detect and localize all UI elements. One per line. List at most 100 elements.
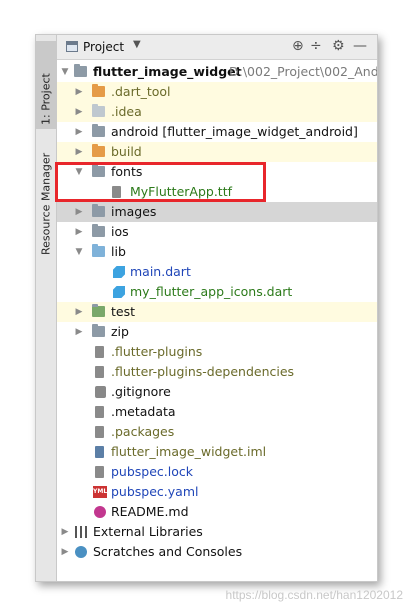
tree-item-label: .packages <box>111 424 175 439</box>
resource-manager-tab-label: Resource Manager <box>39 152 53 255</box>
watermark: https://blog.csdn.net/han1202012 <box>225 588 403 602</box>
minimize-icon[interactable]: — <box>353 38 367 54</box>
expand-arrow-icon[interactable]: ▼ <box>60 62 70 82</box>
tree-row-scratches[interactable]: ▶ Scratches and Consoles <box>57 542 377 562</box>
tree-item-label: build <box>111 144 142 159</box>
tree-row-icons-dart[interactable]: my_flutter_app_icons.dart <box>57 282 377 302</box>
folder-icon <box>92 84 105 97</box>
collapsed-arrow-icon[interactable]: ▶ <box>60 522 70 542</box>
tree-row-android[interactable]: ▶ android [flutter_image_widget_android] <box>57 122 377 142</box>
expand-arrow-icon[interactable]: ▼ <box>74 242 84 262</box>
tree-item-label: Scratches and Consoles <box>93 544 243 559</box>
root-path: D:\002_Project\002_Andro <box>229 64 378 79</box>
ide-window: 1: Project Resource Manager Project ▼ ⊕ … <box>35 34 378 582</box>
module-folder-icon <box>92 124 105 137</box>
library-icon <box>75 526 87 538</box>
tree-item-label: zip <box>111 324 129 339</box>
collapsed-arrow-icon[interactable]: ▶ <box>74 202 84 222</box>
file-icon <box>95 366 104 378</box>
tree-row-font-file[interactable]: MyFlutterApp.ttf <box>57 182 377 202</box>
folder-icon <box>92 224 105 237</box>
tree-row-iml[interactable]: flutter_image_widget.iml <box>57 442 377 462</box>
scratches-icon <box>75 546 87 558</box>
tree-row-root[interactable]: ▼ flutter_image_widget D:\002_Project\00… <box>57 62 377 82</box>
tree-row-lib[interactable]: ▼ lib <box>57 242 377 262</box>
globe-icon[interactable]: ⊕ <box>292 38 304 54</box>
file-icon <box>95 346 104 358</box>
project-toolbar: Project ▼ ⊕ ÷ ⚙ — <box>57 35 377 60</box>
tree-row-ios[interactable]: ▶ ios <box>57 222 377 242</box>
tree-row-gitignore[interactable]: .gitignore <box>57 382 377 402</box>
tree-row-images[interactable]: ▶ images <box>57 202 377 222</box>
font-file-icon <box>112 186 121 198</box>
dart-file-icon <box>113 286 125 298</box>
file-icon <box>95 406 104 418</box>
tree-item-label: images <box>111 204 157 219</box>
project-view-selector[interactable]: Project <box>83 40 124 54</box>
tree-row-metadata[interactable]: .metadata <box>57 402 377 422</box>
tree-item-label: main.dart <box>130 264 191 279</box>
project-panel: Project ▼ ⊕ ÷ ⚙ — ▼ flutter_image_widget… <box>57 35 377 581</box>
tree-row-flutter-plugins-deps[interactable]: .flutter-plugins-dependencies <box>57 362 377 382</box>
tree-row-pubspec-yaml[interactable]: YML pubspec.yaml <box>57 482 377 502</box>
collapse-icon[interactable]: ÷ <box>310 38 322 54</box>
resource-manager-tab[interactable]: Resource Manager <box>36 133 56 257</box>
tree-row-readme[interactable]: README.md <box>57 502 377 522</box>
tree-item-label: pubspec.yaml <box>111 484 199 499</box>
folder-icon <box>92 204 105 217</box>
collapsed-arrow-icon[interactable]: ▶ <box>60 542 70 562</box>
tree-item-label: pubspec.lock <box>111 464 194 479</box>
tree-item-label: android [flutter_image_widget_android] <box>111 124 358 139</box>
markdown-file-icon <box>94 506 106 518</box>
tree-row-zip[interactable]: ▶ zip <box>57 322 377 342</box>
file-icon <box>95 466 104 478</box>
test-folder-icon <box>92 304 105 317</box>
tree-row-flutter-plugins[interactable]: .flutter-plugins <box>57 342 377 362</box>
tree-item-label: README.md <box>111 504 189 519</box>
tree-row-dart-tool[interactable]: ▶ .dart_tool <box>57 82 377 102</box>
dart-file-icon <box>113 266 125 278</box>
collapsed-arrow-icon[interactable]: ▶ <box>74 122 84 142</box>
tree-item-label: lib <box>111 244 126 259</box>
tree-item-label: ios <box>111 224 129 239</box>
tree-item-label: fonts <box>111 164 143 179</box>
tree-row-main-dart[interactable]: main.dart <box>57 262 377 282</box>
tree-item-label: External Libraries <box>93 524 203 539</box>
yaml-file-icon: YML <box>93 486 107 498</box>
tree-row-build[interactable]: ▶ build <box>57 142 377 162</box>
collapsed-arrow-icon[interactable]: ▶ <box>74 102 84 122</box>
tree-row-idea[interactable]: ▶ .idea <box>57 102 377 122</box>
source-folder-icon <box>92 244 105 257</box>
root-folder-label: flutter_image_widget <box>93 64 242 79</box>
gitignore-file-icon <box>95 386 106 398</box>
folder-icon <box>92 164 105 177</box>
folder-icon <box>74 64 87 77</box>
tree-row-external-libraries[interactable]: ▶ External Libraries <box>57 522 377 542</box>
folder-icon <box>92 104 105 117</box>
project-tab[interactable]: 1: Project <box>36 41 56 129</box>
folder-icon <box>92 324 105 337</box>
module-file-icon <box>95 446 104 458</box>
tree-item-label: .idea <box>111 104 142 119</box>
collapsed-arrow-icon[interactable]: ▶ <box>74 222 84 242</box>
expand-arrow-icon[interactable]: ▼ <box>74 162 84 182</box>
gear-icon[interactable]: ⚙ <box>332 38 345 54</box>
collapsed-arrow-icon[interactable]: ▶ <box>74 142 84 162</box>
tree-item-label: .flutter-plugins <box>111 344 203 359</box>
tree-item-label: .gitignore <box>111 384 171 399</box>
collapsed-arrow-icon[interactable]: ▶ <box>74 82 84 102</box>
tree-item-label: test <box>111 304 136 319</box>
tree-row-test[interactable]: ▶ test <box>57 302 377 322</box>
tree-row-packages[interactable]: .packages <box>57 422 377 442</box>
tree-item-label: my_flutter_app_icons.dart <box>130 284 293 299</box>
chevron-down-icon[interactable]: ▼ <box>133 39 141 50</box>
tree-row-pubspec-lock[interactable]: pubspec.lock <box>57 462 377 482</box>
collapsed-arrow-icon[interactable]: ▶ <box>74 302 84 322</box>
tree-item-label: .metadata <box>111 404 176 419</box>
tree-row-fonts[interactable]: ▼ fonts <box>57 162 377 182</box>
project-view-icon <box>66 41 78 52</box>
collapsed-arrow-icon[interactable]: ▶ <box>74 322 84 342</box>
tree-item-label: flutter_image_widget.iml <box>111 444 267 459</box>
tool-window-sidebar: 1: Project Resource Manager <box>36 35 57 581</box>
tree-item-label: .dart_tool <box>111 84 171 99</box>
